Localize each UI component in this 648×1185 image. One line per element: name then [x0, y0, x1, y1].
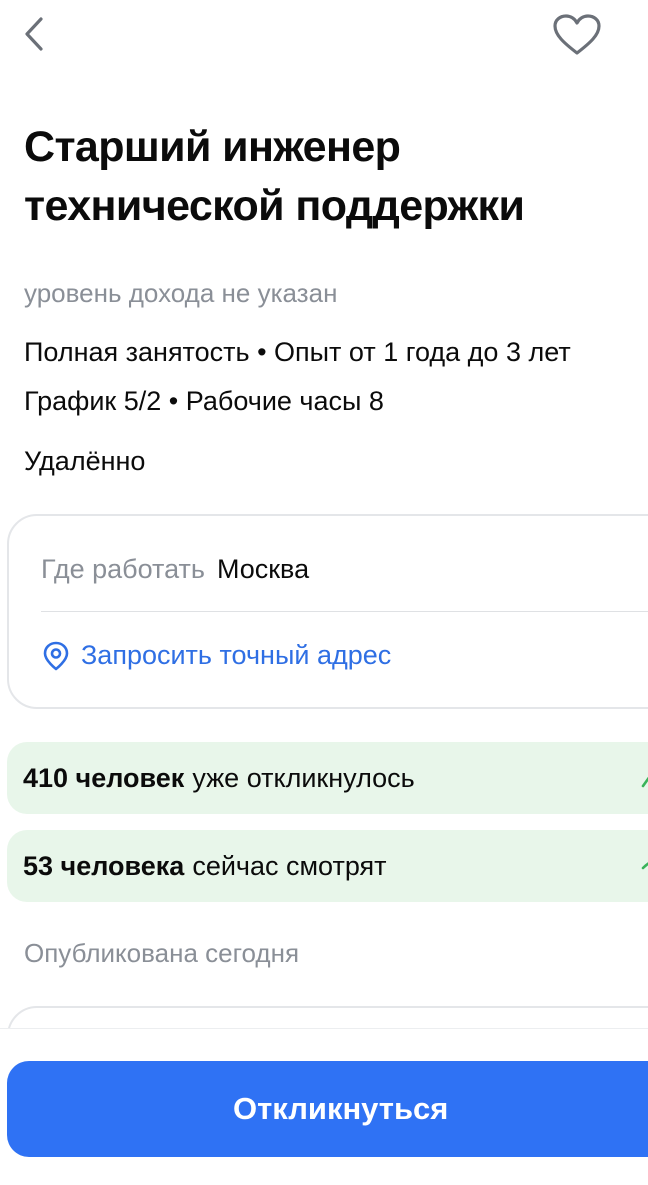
back-button[interactable] — [14, 14, 54, 58]
apply-button[interactable]: Откликнуться — [7, 1061, 648, 1157]
vacancy-title: Старший инженер технической поддержки — [24, 118, 624, 236]
schedule-details: График 5/2 • Рабочие часы 8 — [24, 386, 384, 416]
published-date: Опубликована сегодня — [24, 938, 300, 968]
vacancy-title-line2: технической поддержки — [24, 182, 525, 230]
vacancy-title-line1: Старший инженер — [24, 123, 401, 171]
viewing-count: 53 человека — [23, 850, 185, 881]
request-address-link[interactable]: Запросить точный адрес — [41, 640, 391, 671]
vacancy-page: Старший инженер технической поддержки ур… — [0, 0, 648, 1185]
location-value: Москва — [216, 554, 310, 584]
location-divider — [41, 611, 648, 612]
work-format: Удалённо — [24, 446, 146, 476]
viewing-text: сейчас смотрят — [192, 850, 387, 881]
location-card: Где работать Москва Запросить точный адре… — [7, 514, 648, 709]
salary-text: уровень дохода не указан — [24, 278, 338, 308]
top-bar — [0, 0, 648, 80]
viewing-stat-card[interactable]: 53 человека сейчас смотрят — [7, 830, 648, 902]
location-pin-icon — [41, 641, 71, 671]
eye-icon — [641, 862, 648, 870]
applied-count: 410 человек — [23, 762, 185, 793]
request-address-label: Запросить точный адрес — [81, 640, 392, 670]
applied-stat-card[interactable]: 410 человек уже откликнулось — [7, 742, 648, 814]
chevron-left-icon — [23, 15, 45, 58]
favorite-button[interactable] — [548, 12, 606, 62]
heart-outline-icon — [552, 13, 602, 62]
applied-text: уже откликнулось — [192, 762, 415, 793]
trend-up-icon — [641, 776, 648, 788]
location-label: Где работать — [41, 554, 205, 584]
location-row: Где работать Москва — [41, 554, 309, 585]
employment-details: Полная занятость • Опыт от 1 года до 3 л… — [24, 337, 571, 367]
